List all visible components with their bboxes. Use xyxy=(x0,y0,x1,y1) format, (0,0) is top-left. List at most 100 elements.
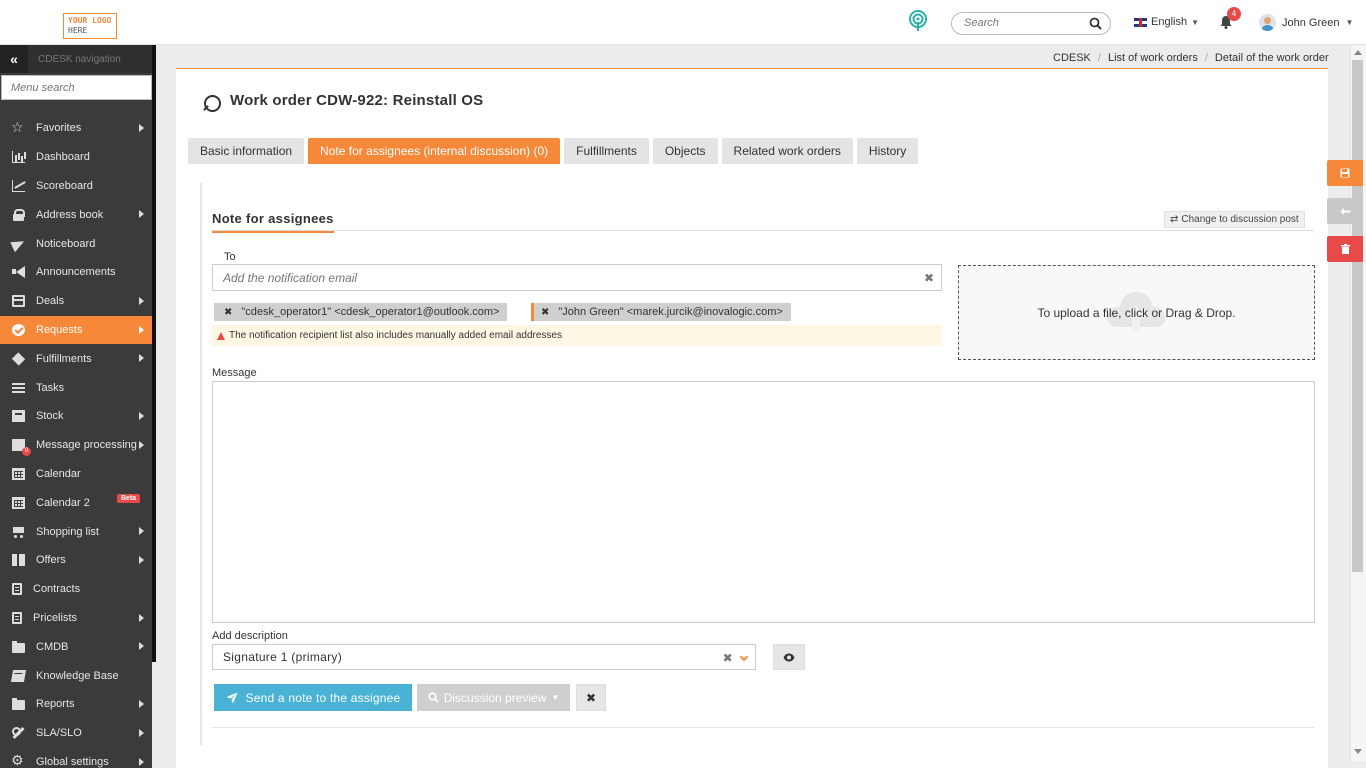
tab-fulfillments[interactable]: Fulfillments xyxy=(564,138,649,164)
sidebar-item-contracts[interactable]: Contracts xyxy=(0,575,152,604)
discussion-preview-label: Discussion preview xyxy=(443,690,547,705)
chevron-right-icon xyxy=(139,699,144,708)
chevron-down-icon: ▼ xyxy=(1191,17,1199,27)
gift-icon xyxy=(12,554,25,567)
sidebar-item-address-book[interactable]: Address book xyxy=(0,200,152,229)
chevron-down-icon[interactable] xyxy=(739,652,749,662)
breadcrumb-item-work-orders[interactable]: List of work orders xyxy=(1108,52,1198,64)
company-logo[interactable]: YOUR LOGO HERE xyxy=(63,13,117,39)
delete-button[interactable] xyxy=(1327,236,1363,262)
clear-icon[interactable]: ✖ xyxy=(924,271,934,285)
sidebar-item-tasks[interactable]: Tasks xyxy=(0,373,152,402)
recipient-chip: ✖ "cdesk_operator1" <cdesk_operator1@out… xyxy=(214,303,508,321)
line-chart-icon xyxy=(12,179,25,192)
sidebar-item-fulfillments[interactable]: Fulfillments xyxy=(0,344,152,373)
sidebar-item-shopping-list[interactable]: Shopping list xyxy=(0,517,152,546)
tab-history[interactable]: History xyxy=(856,138,919,164)
change-to-discussion-label: Change to discussion post xyxy=(1181,214,1299,225)
menu-search-input[interactable] xyxy=(2,76,151,99)
folder-icon xyxy=(12,640,25,653)
recipient-email-input[interactable] xyxy=(213,265,903,290)
back-button[interactable] xyxy=(1327,198,1363,224)
sidebar-item-announcements[interactable]: Announcements xyxy=(0,258,152,287)
book-icon xyxy=(10,669,27,682)
sidebar-item-knowledge-base[interactable]: Knowledge Base xyxy=(0,661,152,690)
discussion-preview-button[interactable]: Discussion preview ▼ xyxy=(417,684,570,711)
tab-basic-information[interactable]: Basic information xyxy=(188,138,305,164)
sidebar-item-scoreboard[interactable]: Scoreboard xyxy=(0,172,152,201)
sidebar-item-favorites[interactable]: Favorites xyxy=(0,114,152,143)
search-icon[interactable] xyxy=(1089,17,1102,30)
menu-search[interactable] xyxy=(1,75,152,100)
recipient-field[interactable]: ✖ xyxy=(212,264,942,291)
sidebar-item-noticeboard[interactable]: Noticeboard xyxy=(0,229,152,258)
sidebar-title: CDESK navigation xyxy=(38,53,121,65)
description-select[interactable]: Signature 1 (primary) ✖ xyxy=(212,644,756,670)
sidebar-scrollbar[interactable] xyxy=(152,45,156,662)
document-icon xyxy=(12,611,22,624)
chevron-right-icon xyxy=(139,527,144,536)
sidebar-item-calendar-2[interactable]: Calendar 2 Beta xyxy=(0,488,152,517)
collapse-sidebar-button[interactable]: « xyxy=(0,45,28,73)
archive-icon xyxy=(12,410,25,423)
sidebar-item-offers[interactable]: Offers xyxy=(0,546,152,575)
sidebar-item-label: Offers xyxy=(36,554,66,567)
tasks-icon xyxy=(12,382,25,394)
remove-recipient-icon[interactable]: ✖ xyxy=(541,307,549,318)
scroll-up-arrow[interactable] xyxy=(1354,50,1362,55)
breadcrumb-item-cdesk[interactable]: CDESK xyxy=(1053,52,1091,64)
document-icon xyxy=(12,583,22,596)
clear-icon[interactable]: ✖ xyxy=(723,651,733,665)
credit-card-icon xyxy=(12,295,25,308)
bullhorn-icon xyxy=(12,266,25,279)
podcast-icon[interactable] xyxy=(908,10,928,32)
sidebar-item-reports[interactable]: Reports xyxy=(0,690,152,719)
chevron-down-icon: ▼ xyxy=(551,693,560,702)
global-search-input[interactable] xyxy=(964,17,1084,29)
language-selector[interactable]: English ▼ xyxy=(1134,16,1199,28)
save-button[interactable] xyxy=(1327,160,1363,186)
cube-icon xyxy=(11,352,26,366)
warning-text: The notification recipient list also inc… xyxy=(229,330,562,341)
sidebar-item-pricelists[interactable]: Pricelists xyxy=(0,604,152,633)
scrollbar-thumb[interactable] xyxy=(1352,60,1363,572)
sidebar-item-message-processing[interactable]: 9 Message processing xyxy=(0,431,152,460)
chevron-down-icon: ▼ xyxy=(1345,18,1354,27)
sidebar-item-stock[interactable]: Stock xyxy=(0,402,152,431)
sidebar-item-requests[interactable]: Requests xyxy=(0,315,152,345)
sidebar-item-label: Scoreboard xyxy=(36,179,93,192)
sidebar-item-label: Pricelists xyxy=(33,611,78,624)
message-textarea[interactable] xyxy=(212,381,1315,623)
section-divider xyxy=(212,230,1314,231)
sidebar-item-deals[interactable]: Deals xyxy=(0,287,152,316)
sidebar-item-dashboard[interactable]: Dashboard xyxy=(0,143,152,172)
file-dropzone[interactable]: To upload a file, click or Drag & Drop. xyxy=(958,265,1315,360)
user-menu[interactable]: John Green ▼ xyxy=(1259,14,1353,31)
change-to-discussion-button[interactable]: ⇄ Change to discussion post xyxy=(1164,211,1305,228)
breadcrumb-separator: / xyxy=(1097,52,1101,64)
star-icon xyxy=(11,119,25,136)
chevron-right-icon xyxy=(139,354,144,363)
preview-signature-button[interactable] xyxy=(773,644,805,670)
scroll-down-arrow[interactable] xyxy=(1354,749,1362,754)
sidebar-item-label: Stock xyxy=(36,410,64,423)
tab-objects[interactable]: Objects xyxy=(652,138,718,164)
global-search[interactable] xyxy=(951,12,1111,35)
to-label: To xyxy=(224,251,236,263)
sidebar-item-label: Message processing xyxy=(36,439,137,452)
beta-badge: Beta xyxy=(117,494,141,504)
sidebar-item-calendar[interactable]: Calendar xyxy=(0,460,152,489)
sidebar-item-label: Favorites xyxy=(36,122,82,135)
tab-note-for-assignees[interactable]: Note for assignees (internal discussion)… xyxy=(308,138,561,164)
remove-recipient-icon[interactable]: ✖ xyxy=(224,307,232,318)
sidebar-item-cmdb[interactable]: CMDB xyxy=(0,632,152,661)
page-title: Work order CDW-922: Reinstall OS xyxy=(201,85,483,115)
sidebar-item-global-settings[interactable]: Global settings xyxy=(0,748,152,768)
send-note-button[interactable]: Send a note to the assignee xyxy=(214,684,412,711)
sidebar-item-label: Dashboard xyxy=(36,151,90,164)
work-order-icon xyxy=(201,93,221,115)
chevron-right-icon xyxy=(139,440,144,449)
sidebar-item-sla-slo[interactable]: SLA/SLO xyxy=(0,719,152,748)
cancel-note-button[interactable]: ✖ xyxy=(576,684,606,711)
tab-related-work-orders[interactable]: Related work orders xyxy=(721,138,853,164)
